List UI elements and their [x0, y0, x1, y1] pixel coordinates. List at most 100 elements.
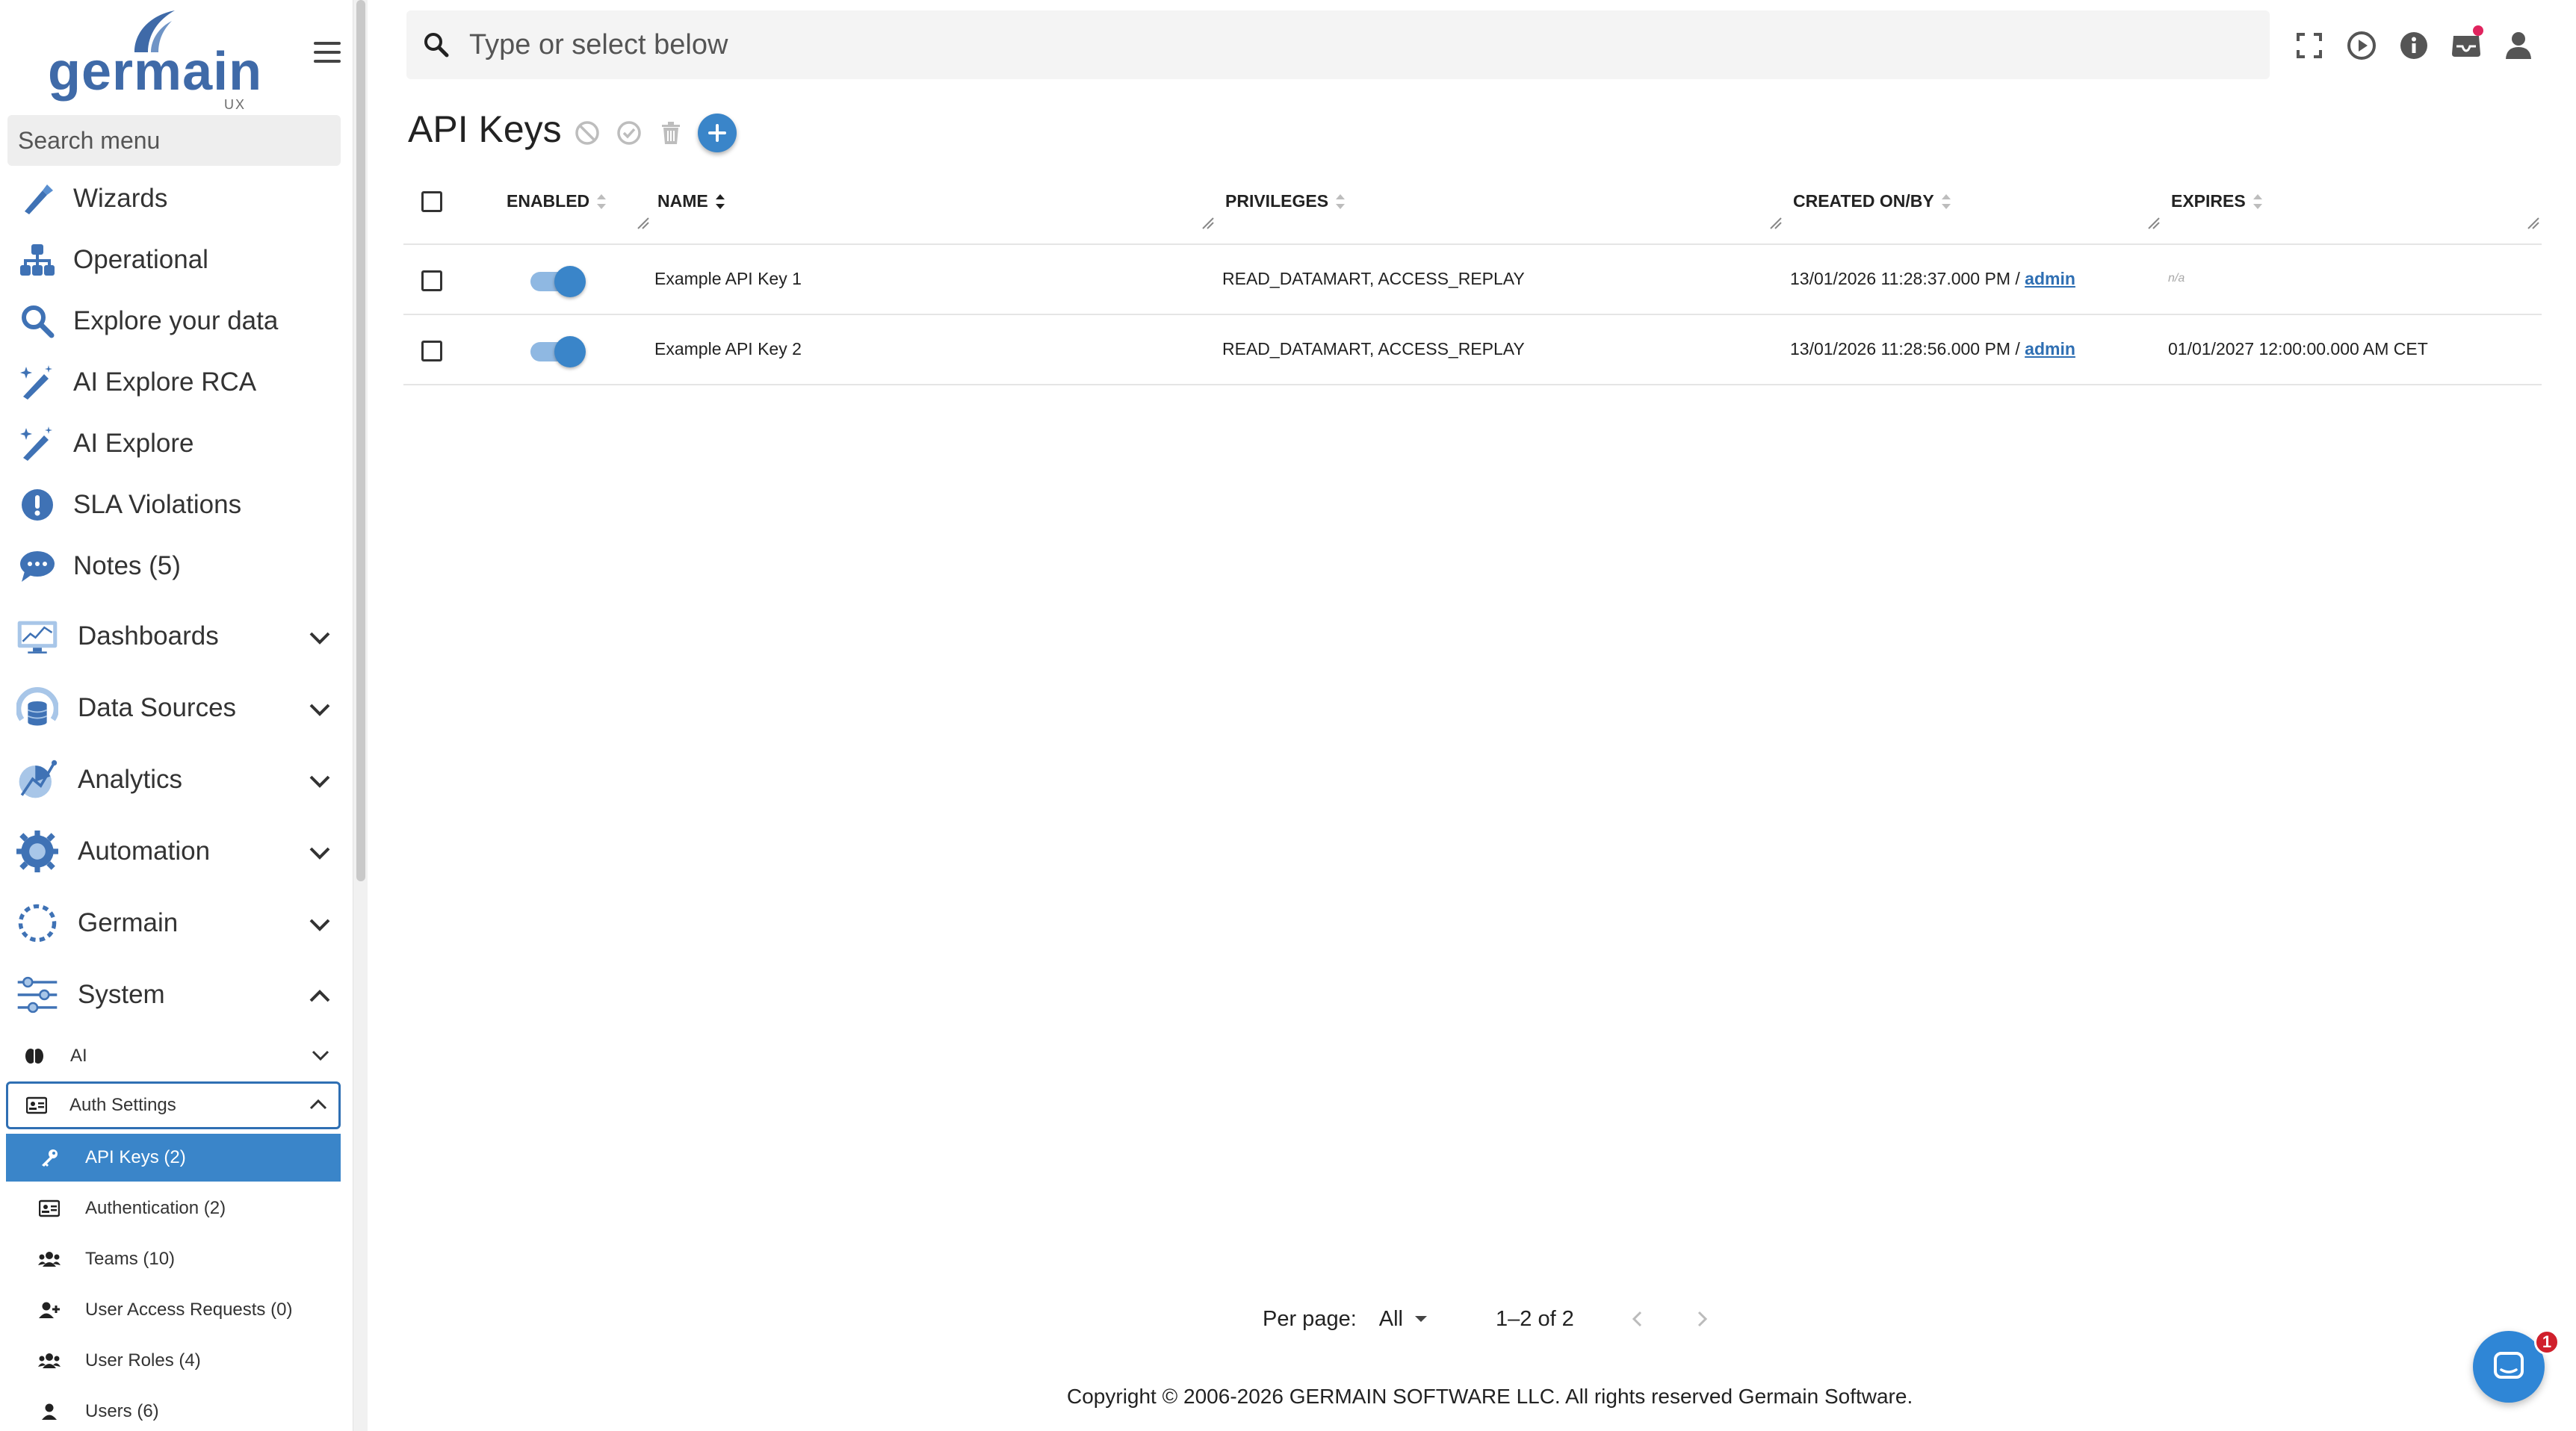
search-icon: [16, 300, 58, 342]
sidebar-section-germain[interactable]: Germain: [0, 893, 341, 953]
enabled-toggle[interactable]: [527, 266, 586, 297]
sidebar-item-ai-explore[interactable]: AI Explore: [0, 414, 341, 474]
play-circle-icon[interactable]: [2343, 27, 2380, 64]
sidebar-leaf-label: Authentication (2): [85, 1198, 226, 1219]
chat-bubble-icon: [16, 545, 58, 587]
column-resize-handle[interactable]: [2525, 215, 2540, 230]
table-row[interactable]: Example API Key 1 READ_DATAMART, ACCESS_…: [403, 245, 2542, 315]
user-plus-icon: [34, 1295, 64, 1325]
users-icon: [34, 1346, 64, 1376]
sort-icon[interactable]: [595, 192, 607, 211]
leaf-count: (0): [270, 1300, 293, 1320]
sidebar-item-wizards[interactable]: Wizards: [0, 169, 341, 229]
global-search-input[interactable]: [469, 21, 2247, 69]
sidebar-leaf-user-roles[interactable]: User Roles (4): [6, 1337, 341, 1385]
sidebar-section-automation[interactable]: Automation: [0, 822, 341, 881]
column-header-created[interactable]: CREATED ON/BY: [1793, 191, 1952, 211]
chevron-down-icon[interactable]: [306, 839, 333, 866]
chevron-left-icon[interactable]: [1626, 1308, 1649, 1330]
brain-icon: [19, 1041, 49, 1071]
sort-icon[interactable]: [1940, 192, 1952, 211]
sidebar-leaf-api-keys[interactable]: API Keys (2): [6, 1134, 341, 1182]
sidebar-leaf-teams[interactable]: Teams (10): [6, 1235, 341, 1283]
sidebar-subitem-ai[interactable]: AI: [6, 1032, 341, 1080]
per-page-select[interactable]: All: [1379, 1307, 1428, 1332]
sidebar-leaf-users[interactable]: Users (6): [6, 1388, 341, 1431]
user-icon[interactable]: [2500, 27, 2537, 64]
sidebar-section-label: Automation: [78, 836, 211, 866]
sort-icon[interactable]: [2252, 192, 2264, 211]
sidebar: germain UX Wizards Operational Explore y…: [0, 0, 353, 1431]
sidebar-section-label: Data Sources: [78, 693, 237, 722]
sidebar-subitem-label: AI: [70, 1046, 87, 1066]
table-row[interactable]: Example API Key 2 READ_DATAMART, ACCESS_…: [403, 315, 2542, 385]
fullscreen-icon[interactable]: [2291, 27, 2328, 64]
cell-created: 13/01/2026 11:28:37.000 PM / admin: [1790, 269, 2075, 289]
chevron-right-icon[interactable]: [1691, 1308, 1713, 1330]
sidebar-leaf-label: User Roles (4): [85, 1350, 201, 1371]
trash-icon[interactable]: [656, 118, 686, 148]
page-actions: [572, 114, 737, 152]
chevron-down-icon[interactable]: [306, 911, 333, 938]
sidebar-item-notes[interactable]: Notes (5): [0, 536, 341, 596]
disable-icon[interactable]: [572, 118, 602, 148]
sidebar-item-explore-data[interactable]: Explore your data: [0, 291, 341, 351]
sidebar-leaf-label: API Keys (2): [85, 1147, 186, 1168]
leaf-count: (2): [164, 1147, 186, 1167]
sidebar-item-ai-explore-rca[interactable]: AI Explore RCA: [0, 353, 341, 412]
column-resize-handle[interactable]: [2146, 215, 2161, 230]
sidebar-section-label: Dashboards: [78, 621, 219, 651]
per-page-label: Per page:: [1263, 1306, 1357, 1331]
search-menu-input[interactable]: [7, 115, 341, 166]
sidebar-subitem-auth-settings[interactable]: Auth Settings: [6, 1081, 341, 1129]
sidebar-section-data-sources[interactable]: Data Sources: [0, 678, 341, 738]
sidebar-subitem-label: Auth Settings: [69, 1095, 176, 1115]
sidebar-item-operational[interactable]: Operational: [0, 230, 341, 290]
scrollbar-thumb[interactable]: [356, 0, 365, 881]
sidebar-section-label: Germain: [78, 908, 179, 937]
select-all-checkbox[interactable]: [421, 191, 442, 212]
sort-ascending-icon[interactable]: [714, 192, 726, 211]
analytics-icon: [16, 759, 58, 801]
sidebar-section-dashboards[interactable]: Dashboards: [0, 606, 341, 666]
leaf-count: (4): [179, 1350, 201, 1371]
sidebar-section-system[interactable]: System: [0, 965, 341, 1025]
chevron-up-icon[interactable]: [307, 1093, 329, 1116]
chevron-down-icon[interactable]: [306, 768, 333, 795]
row-checkbox[interactable]: [421, 270, 442, 291]
inbox-icon[interactable]: [2447, 25, 2485, 64]
column-header-name[interactable]: NAME: [657, 191, 726, 211]
created-by-link[interactable]: admin: [2025, 339, 2075, 358]
column-resize-handle[interactable]: [1768, 215, 1783, 230]
hamburger-menu-icon[interactable]: [314, 42, 341, 66]
sidebar-leaf-user-access-requests[interactable]: User Access Requests (0): [6, 1286, 341, 1334]
sidebar-item-sla-violations[interactable]: SLA Violations: [0, 475, 341, 535]
column-header-expires[interactable]: EXPIRES: [2171, 191, 2264, 211]
add-button[interactable]: [698, 114, 737, 152]
sidebar-item-label: Explore your data: [73, 306, 279, 335]
chevron-down-icon[interactable]: [306, 696, 333, 723]
cell-privileges: READ_DATAMART, ACCESS_REPLAY: [1222, 339, 1525, 358]
column-header-enabled[interactable]: ENABLED: [507, 191, 607, 211]
germain-logo[interactable]: germain UX: [48, 9, 261, 112]
sort-icon[interactable]: [1334, 192, 1346, 211]
column-header-privileges[interactable]: PRIVILEGES: [1225, 191, 1346, 211]
copyright-text: Copyright © 2006-2026 GERMAIN SOFTWARE L…: [1067, 1385, 1913, 1408]
sidebar-scrollbar[interactable]: [353, 0, 368, 1431]
chevron-up-icon[interactable]: [306, 983, 333, 1010]
dashboard-icon: [16, 615, 58, 657]
search-icon: [424, 33, 449, 58]
sidebar-section-analytics[interactable]: Analytics: [0, 750, 341, 810]
enabled-toggle[interactable]: [527, 336, 586, 367]
column-resize-handle[interactable]: [635, 215, 650, 230]
enable-icon[interactable]: [614, 118, 644, 148]
column-resize-handle[interactable]: [1200, 215, 1215, 230]
column-header-label: ENABLED: [507, 191, 590, 211]
chevron-down-icon[interactable]: [309, 1044, 332, 1067]
created-by-link[interactable]: admin: [2025, 269, 2075, 288]
row-checkbox[interactable]: [421, 341, 442, 361]
sidebar-leaf-authentication[interactable]: Authentication (2): [6, 1185, 341, 1232]
info-icon[interactable]: [2395, 27, 2433, 64]
sidebar-item-label: AI Explore RCA: [73, 367, 257, 397]
chevron-down-icon[interactable]: [306, 624, 333, 651]
